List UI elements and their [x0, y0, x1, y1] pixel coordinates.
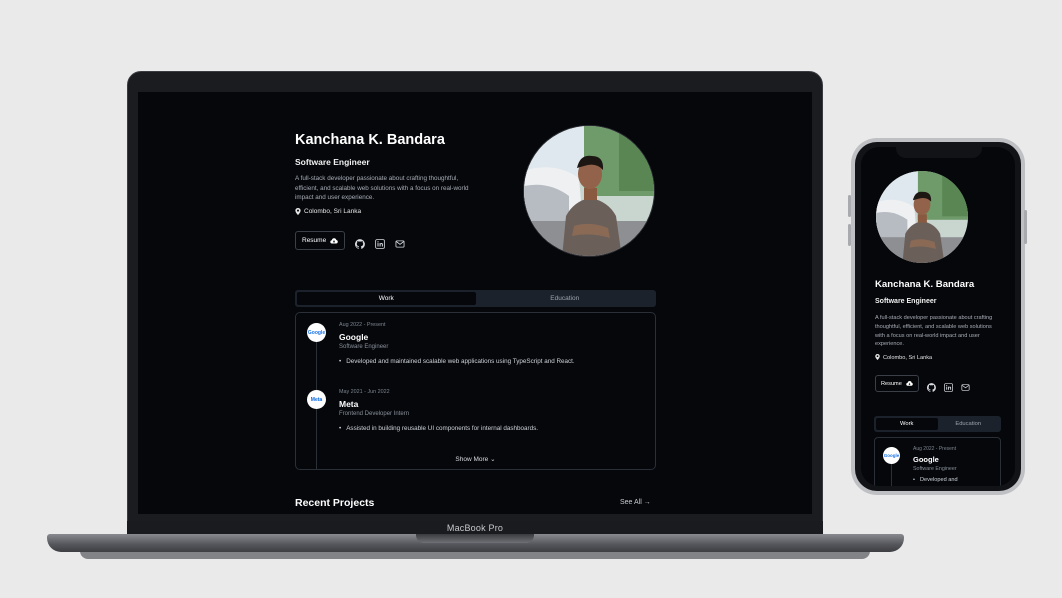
entry-date: Aug 2022 - Present [339, 322, 386, 328]
location-text: Colombo, Sri Lanka [883, 354, 933, 361]
experience-tabs: Work Education [874, 416, 1001, 432]
entry-company: Google [339, 332, 369, 342]
recent-projects-title: Recent Projects [295, 497, 375, 509]
resume-label: Resume [302, 237, 327, 244]
map-pin-icon [875, 354, 881, 361]
experience-entry: Aug 2022 - Present Google Software Engin… [913, 446, 958, 483]
laptop-notch [416, 534, 534, 543]
phone-button [848, 224, 851, 246]
mail-icon[interactable] [961, 379, 970, 391]
entry-company: Google [913, 455, 939, 464]
entry-date: Aug 2022 - Present [913, 446, 957, 452]
profile-role: Software Engineer [295, 157, 370, 167]
entry-role: Frontend Developer Intern [339, 411, 410, 417]
experience-entry: Aug 2022 - Present Google Software Engin… [339, 322, 575, 365]
profile-bio: A full-stack developer passionate about … [295, 175, 469, 202]
tab-education[interactable]: Education [938, 418, 1000, 430]
google-logo: Google [307, 323, 326, 342]
profile-actions: Resume [875, 375, 970, 392]
resume-button[interactable]: Resume [295, 231, 346, 250]
laptop-screen: Kanchana K. Bandara Software Engineer A … [138, 92, 812, 514]
profile-photo [523, 125, 655, 257]
google-logo-text: Google [307, 329, 326, 336]
see-all-link[interactable]: See All → [620, 499, 651, 506]
profile-name: Kanchana K. Bandara [295, 132, 445, 148]
see-all-label: See All [620, 499, 642, 506]
meta-logo-text: Meta [310, 396, 323, 403]
tab-education[interactable]: Education [476, 292, 655, 305]
profile-photo [876, 171, 968, 263]
profile-location: Colombo, Sri Lanka [875, 354, 932, 361]
linkedin-icon[interactable] [375, 236, 385, 249]
github-icon[interactable] [355, 236, 366, 249]
phone-button [848, 195, 851, 217]
show-more-button[interactable]: Show More ⌄ [296, 455, 655, 463]
laptop-chin: MacBook Pro [127, 521, 823, 535]
experience-card: Google Aug 2022 - Present Google Softwar… [874, 437, 1001, 486]
tab-work[interactable]: Work [876, 418, 938, 430]
profile-role: Software Engineer [875, 298, 937, 305]
map-pin-icon [295, 208, 301, 215]
profile-bio: A full-stack developer passionate about … [875, 315, 993, 348]
cloud-download-icon [906, 380, 913, 387]
resume-label: Resume [881, 380, 902, 387]
google-logo: Google [883, 447, 900, 464]
phone-screen: Kanchana K. Bandara Software Engineer A … [861, 147, 1015, 486]
meta-logo: Meta [307, 390, 326, 409]
experience-card: Google Aug 2022 - Present Google Softwar… [295, 312, 656, 470]
entry-bullet: Developed and maintained scalable web ap… [339, 358, 574, 365]
experience-tabs: Work Education [295, 290, 656, 307]
entry-role: Software Engineer [913, 466, 957, 472]
timeline-line [891, 463, 892, 486]
entry-role: Software Engineer [339, 344, 389, 350]
profile-actions: Resume [295, 231, 405, 250]
laptop-shadow [80, 551, 870, 559]
github-icon[interactable] [926, 379, 936, 392]
phone-button [1024, 210, 1027, 244]
mail-icon[interactable] [395, 236, 405, 248]
location-text: Colombo, Sri Lanka [304, 208, 362, 215]
experience-entry: May 2021 - Jun 2022 Meta Frontend Develo… [339, 389, 538, 432]
entry-date: May 2021 - Jun 2022 [339, 389, 390, 395]
google-logo-text: Google [883, 453, 900, 458]
profile-location: Colombo, Sri Lanka [295, 208, 361, 215]
chevron-down-icon: ⌄ [490, 456, 496, 463]
cloud-download-icon [330, 237, 338, 245]
profile-name: Kanchana K. Bandara [875, 279, 975, 290]
phone-notch [896, 142, 982, 158]
resume-button[interactable]: Resume [875, 375, 919, 392]
entry-bullet: Assisted in building reusable UI compone… [339, 425, 538, 432]
linkedin-icon[interactable] [944, 379, 953, 392]
device-label: MacBook Pro [446, 523, 504, 533]
tab-work[interactable]: Work [297, 292, 476, 305]
entry-bullet: Developed and [913, 477, 958, 483]
arrow-right-icon: → [643, 499, 651, 506]
entry-company: Meta [339, 399, 359, 409]
show-more-label: Show More [455, 456, 489, 463]
